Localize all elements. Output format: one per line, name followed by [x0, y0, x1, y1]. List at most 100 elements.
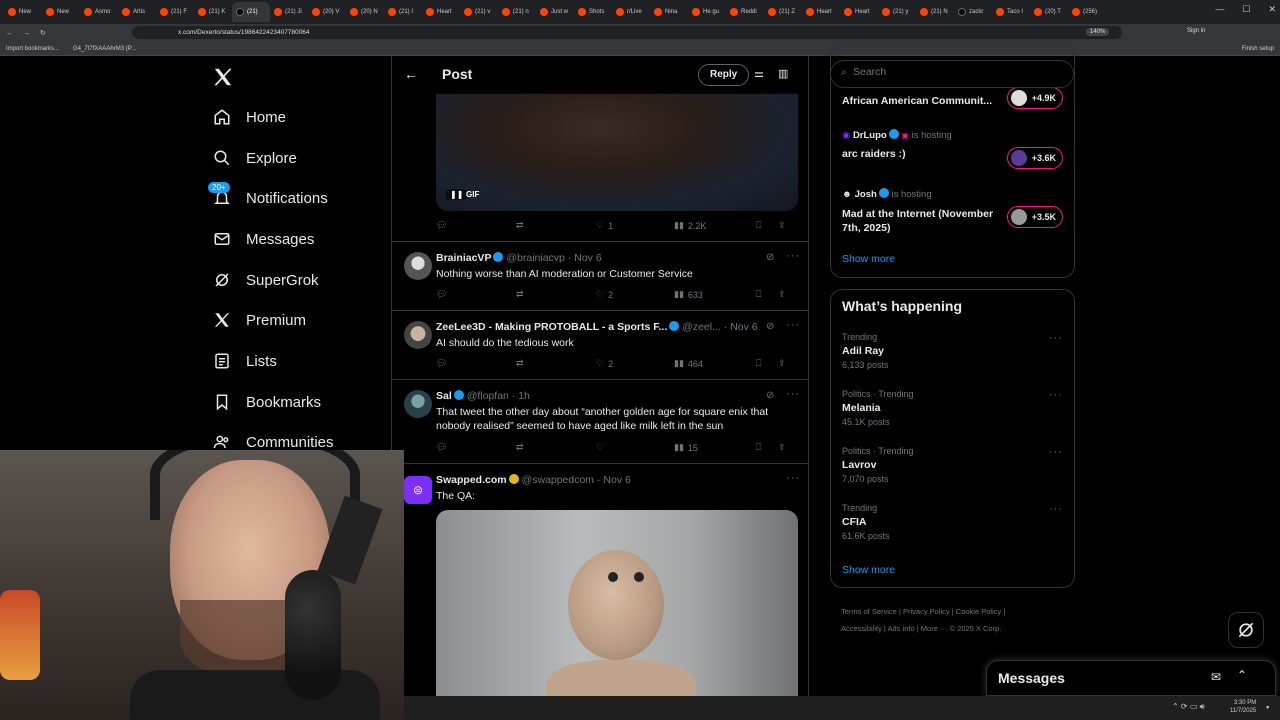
retweet-icon[interactable]: ⇄ [516, 289, 524, 300]
browser-tab[interactable]: Asmo [80, 2, 118, 22]
footer-link[interactable]: Privacy Policy [903, 607, 950, 616]
browser-tab[interactable]: (21) Ji [270, 2, 308, 22]
grok-float-button[interactable] [1228, 612, 1264, 648]
more-icon[interactable]: ··· [1049, 332, 1063, 344]
author-handle[interactable]: @flopfan [467, 390, 509, 402]
pause-icon[interactable]: ❚❚ [446, 189, 468, 200]
more-icon[interactable]: ··· [1049, 503, 1063, 515]
more-icon[interactable]: ··· [786, 319, 800, 331]
space-title[interactable]: arc raiders :) [842, 148, 906, 160]
author-name[interactable]: BrainiacVP [436, 252, 491, 264]
author-handle[interactable]: @swappedcom [522, 474, 595, 486]
share-icon[interactable]: ⇪ [778, 220, 786, 231]
host-name[interactable]: Josh [855, 189, 877, 200]
show-more-link[interactable]: Show more [842, 564, 895, 576]
nav-item-supergrok[interactable]: SuperGrok [212, 266, 319, 294]
space-title[interactable]: Mad at the Internet (November 7th, 2025) [842, 207, 1002, 235]
browser-tab[interactable]: He gu [688, 2, 726, 22]
search-box[interactable]: ⌕ [830, 60, 1074, 88]
retweet-icon[interactable]: ⇄ [516, 220, 524, 231]
avatar[interactable] [404, 390, 432, 418]
maximize-icon[interactable]: ☐ [1242, 4, 1250, 15]
tweet-item[interactable]: BrainiacVP @brainiacvp · Nov 6 ⊘ ··· Not… [392, 242, 808, 311]
like-icon[interactable]: ♡ 1 [596, 220, 613, 231]
back-arrow-icon[interactable]: ← [404, 66, 418, 82]
bookmark-icon[interactable]: ⎕ [756, 442, 761, 453]
bookmark-icon[interactable]: ⎕ [756, 220, 761, 231]
nav-item-lists[interactable]: Lists [212, 347, 277, 375]
nav-item-messages[interactable]: Messages [212, 225, 314, 253]
browser-tab[interactable]: (21) F [156, 2, 194, 22]
retweet-icon[interactable]: ⇄ [516, 442, 524, 453]
expand-icon[interactable]: ⌃ [1237, 668, 1247, 682]
browser-tab[interactable]: New [42, 2, 80, 22]
more-icon[interactable]: ··· [786, 472, 800, 484]
author-name[interactable]: Sal [436, 390, 452, 402]
x-logo-icon[interactable] [212, 66, 234, 88]
avatar[interactable] [404, 321, 432, 349]
show-more-link[interactable]: Show more [842, 253, 895, 265]
address-bar[interactable]: x.com/Dexerto/status/1986422423407780064 [132, 26, 1122, 39]
grok-icon[interactable]: ⊘ [766, 252, 774, 263]
tweet-time[interactable]: · Nov 6 [568, 252, 602, 264]
nav-item-premium[interactable]: Premium [212, 306, 306, 334]
nav-item-bookmarks[interactable]: Bookmarks [212, 388, 321, 416]
space-listener-pill[interactable]: +3.6K [1007, 147, 1063, 169]
signin-button[interactable]: Sign in [1187, 28, 1205, 34]
more-icon[interactable]: ··· [1049, 389, 1063, 401]
avatar[interactable]: ⊜ [404, 476, 432, 504]
tray-icons[interactable]: ⌃ ⟳ ▭ 🔊︎ [1172, 702, 1205, 712]
views-icon[interactable]: ▮▮ 2.2K [674, 220, 706, 231]
bookmark-icon[interactable]: ⎕ [756, 358, 761, 369]
retweet-icon[interactable]: ⇄ [516, 358, 524, 369]
share-icon[interactable]: ⇪ [778, 358, 786, 369]
reply-icon[interactable]: 💬︎ [436, 358, 447, 369]
more-icon[interactable]: ··· [1049, 446, 1063, 458]
tweet-time[interactable]: · 1h [512, 390, 530, 402]
zoom-indicator[interactable]: 140% [1086, 28, 1110, 36]
footer-link[interactable]: Ads info [888, 624, 915, 633]
browser-tab[interactable]: (21) N [916, 2, 954, 22]
back-icon[interactable]: ← [6, 30, 13, 37]
browser-tab[interactable]: (21) v [460, 2, 498, 22]
gif-media[interactable]: ❚❚ GIF [436, 92, 798, 211]
browser-tab[interactable]: Just w [536, 2, 574, 22]
notification-icon[interactable]: ▪ [1266, 702, 1269, 712]
tweet-time[interactable]: · Nov 6 [724, 321, 758, 333]
browser-tab[interactable]: (20) N [346, 2, 384, 22]
author-name[interactable]: ZeeLee3D - Making PROTOBALL - a Sports F… [436, 321, 667, 333]
avatar[interactable] [404, 252, 432, 280]
trend-item[interactable]: Trending CFIA 61.6K posts [842, 503, 890, 541]
bookmark-icon[interactable]: ⎕ [756, 289, 761, 300]
more-icon[interactable]: ··· [786, 250, 800, 262]
browser-tab[interactable]: Heart [840, 2, 878, 22]
browser-tab[interactable]: (20) V [308, 2, 346, 22]
author-handle[interactable]: @zeel... [682, 321, 721, 333]
space-listener-pill[interactable]: +4.9K [1007, 87, 1063, 109]
filter-icon[interactable]: ⚌ [754, 67, 764, 80]
finish-setup-button[interactable]: Finish setup [1242, 46, 1274, 52]
browser-tab[interactable]: Taco I [992, 2, 1030, 22]
reply-icon[interactable]: 💬︎ [436, 442, 447, 453]
reply-button[interactable]: Reply [698, 64, 750, 86]
reply-icon[interactable]: 💬︎ [436, 220, 447, 231]
clock[interactable]: 3:30 PM 11/7/2025 [1230, 699, 1256, 715]
share-icon[interactable]: ⇪ [778, 442, 786, 453]
browser-tab[interactable]: (21) Z [764, 2, 802, 22]
more-icon[interactable]: ··· [786, 388, 800, 400]
reader-view-icon[interactable]: ▥ [778, 67, 788, 80]
browser-tab[interactable]: Heart [422, 2, 460, 22]
browser-tab[interactable]: Artis [118, 2, 156, 22]
footer-link[interactable]: More ··· [921, 624, 948, 633]
views-icon[interactable]: ▮▮ 633 [674, 289, 703, 300]
author-handle[interactable]: @brainiacvp [506, 252, 565, 264]
browser-tab[interactable]: (21) n [498, 2, 536, 22]
browser-tab[interactable]: Nina [650, 2, 688, 22]
bookmark-item[interactable]: G4_7t7fXAAAhrM3 (P... [73, 46, 136, 52]
tweet-media-image[interactable] [436, 510, 798, 696]
browser-tab[interactable]: (21) K [194, 2, 232, 22]
space-title[interactable]: African American Communit... [842, 95, 997, 107]
nav-item-explore[interactable]: Explore [212, 144, 297, 172]
host-name[interactable]: DrLupo [853, 130, 887, 141]
views-icon[interactable]: ▮▮ 464 [674, 358, 703, 369]
